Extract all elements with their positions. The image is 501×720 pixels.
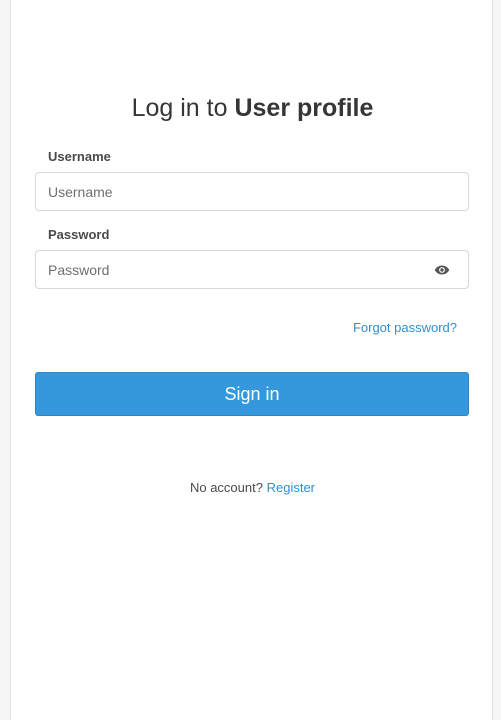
password-label: Password (48, 227, 110, 242)
register-link[interactable]: Register (267, 480, 315, 495)
username-field-wrapper (35, 172, 469, 211)
username-input[interactable] (36, 173, 468, 210)
username-label: Username (48, 149, 111, 164)
title-prefix: Log in to (131, 94, 235, 122)
eye-icon[interactable] (434, 263, 450, 277)
password-field-wrapper (35, 250, 469, 289)
register-line: No account? Register (11, 480, 494, 495)
page-title: Log in to User profile (11, 92, 494, 124)
eye-icon-svg (434, 265, 450, 275)
login-card: Log in to User profile Username Password… (10, 0, 493, 720)
app-name: User profile (234, 94, 374, 122)
no-account-text: No account? (189, 480, 263, 495)
sign-in-button[interactable]: Sign in (35, 372, 469, 416)
login-page: Log in to User profile Username Password… (0, 0, 501, 720)
password-input[interactable] (36, 251, 468, 288)
forgot-password-link[interactable]: Forgot password? (353, 320, 457, 335)
